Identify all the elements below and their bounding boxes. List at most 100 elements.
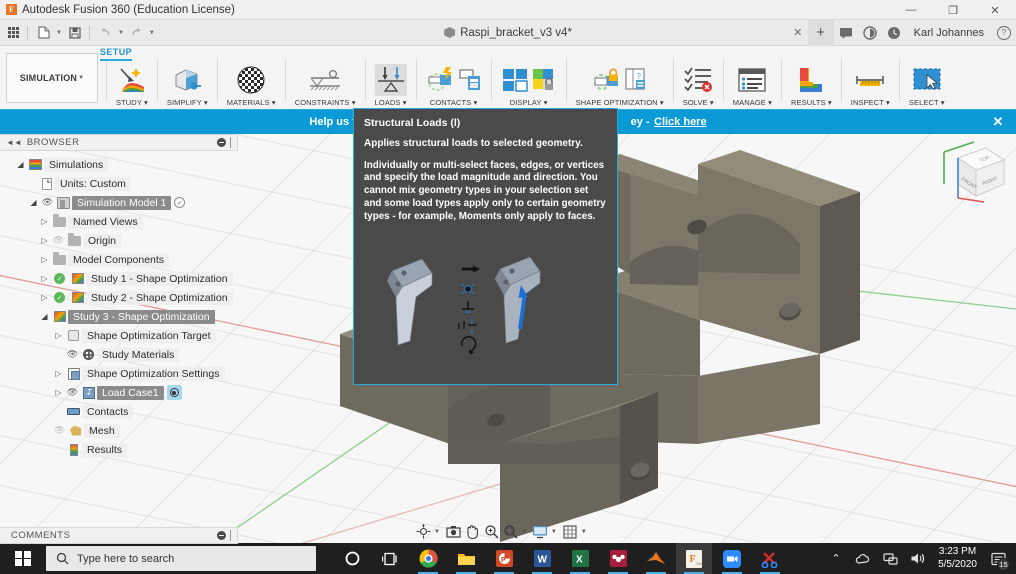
banner-close-icon[interactable]: ✕ <box>980 110 1016 134</box>
tree-node-simulation-model-1[interactable]: ◢ 👁 Simulation Model 1 ✓ <box>0 193 238 212</box>
expand-triangle-icon[interactable]: ◢ <box>38 312 51 321</box>
comments-resize-handle[interactable] <box>230 530 231 541</box>
comments-panel[interactable]: COMMENTS <box>0 527 238 544</box>
tree-node-model-components[interactable]: ▷ Model Components <box>0 250 238 269</box>
tree-node-origin[interactable]: ▷ 👁 Origin <box>0 231 238 250</box>
ribbon-button-loads[interactable]: LOADS ▾ <box>368 51 414 109</box>
minimize-button[interactable]: — <box>890 0 932 20</box>
ribbon-button-manage[interactable]: MANAGE ▾ <box>726 51 779 109</box>
visibility-eye-off-icon[interactable]: 👁 <box>52 425 67 436</box>
orbit-icon[interactable] <box>415 523 432 540</box>
ribbon-button-results[interactable]: RESULTS ▾ <box>784 51 839 109</box>
tree-node-named-views[interactable]: ▷ Named Views <box>0 212 238 231</box>
expand-triangle-icon[interactable]: ▷ <box>52 369 65 378</box>
collapse-panel-icon[interactable]: ◄◄ <box>0 138 27 147</box>
visibility-eye-icon[interactable]: 👁 <box>65 349 80 360</box>
new-tab-button[interactable]: + <box>807 19 834 46</box>
snip-tool-icon[interactable] <box>752 543 788 574</box>
chevron-down-icon[interactable]: ▼ <box>581 529 587 535</box>
tab-setup[interactable]: SETUP <box>100 47 132 61</box>
expand-triangle-icon[interactable]: ▷ <box>38 236 51 245</box>
ribbon-button-materials[interactable]: MATERIALS ▾ <box>220 51 283 109</box>
chevron-down-icon[interactable]: ▼ <box>434 529 440 535</box>
mendeley-icon[interactable] <box>600 543 636 574</box>
fit-icon[interactable] <box>502 523 519 540</box>
expand-triangle-icon[interactable]: ▷ <box>52 388 65 397</box>
expand-triangle-icon[interactable]: ▷ <box>38 255 51 264</box>
zoom-icon[interactable] <box>483 523 500 540</box>
taskbar-search-box[interactable]: Type here to search <box>46 546 316 571</box>
network-icon[interactable] <box>878 543 902 574</box>
comments-options-icon[interactable] <box>217 531 226 540</box>
help-icon[interactable]: ? <box>992 20 1016 46</box>
chevron-down-icon[interactable]: ▼ <box>149 30 155 36</box>
document-tab[interactable]: Raspi_bracket_v3 v4* <box>444 27 572 39</box>
ribbon-button-simplify[interactable]: SIMPLIFY ▾ <box>160 51 215 109</box>
look-at-icon[interactable] <box>445 523 462 540</box>
tree-node-shape-optimization-settings[interactable]: ▷ Shape Optimization Settings <box>0 364 238 383</box>
visibility-eye-off-icon[interactable]: 👁 <box>51 235 66 246</box>
pan-icon[interactable] <box>464 523 481 540</box>
tab-close-icon[interactable]: ✕ <box>788 26 808 39</box>
expand-triangle-icon[interactable]: ▷ <box>38 293 51 302</box>
chevron-down-icon[interactable]: ▼ <box>551 529 557 535</box>
onedrive-icon[interactable] <box>851 543 875 574</box>
chevron-down-icon[interactable]: ▼ <box>56 30 62 36</box>
display-settings-icon[interactable] <box>532 523 549 540</box>
ribbon-button-solve[interactable]: SOLVE ▾ <box>676 51 721 109</box>
tree-node-study-2[interactable]: ▷ ✓ Study 2 - Shape Optimization <box>0 288 238 307</box>
volume-icon[interactable] <box>905 543 929 574</box>
excel-icon[interactable]: X <box>562 543 598 574</box>
visibility-eye-icon[interactable]: 👁 <box>65 387 80 398</box>
expand-triangle-icon[interactable]: ▷ <box>38 274 51 283</box>
expand-triangle-icon[interactable]: ▷ <box>38 217 51 226</box>
chevron-down-icon[interactable]: ▼ <box>118 30 124 36</box>
tree-node-study-3[interactable]: ◢ Study 3 - Shape Optimization <box>0 307 238 326</box>
tree-node-mesh[interactable]: 👁 Mesh <box>0 421 238 440</box>
browser-resize-handle[interactable] <box>230 137 231 148</box>
expand-triangle-icon[interactable]: ▷ <box>52 331 65 340</box>
notification-center-icon[interactable]: 15 <box>986 543 1010 574</box>
ribbon-button-contacts[interactable]: CONTACTS ▾ <box>419 51 489 109</box>
ribbon-button-inspect[interactable]: INSPECT ▾ <box>844 51 897 109</box>
new-document-icon[interactable] <box>33 22 55 44</box>
ribbon-button-shape-optimization[interactable]: ? SHAPE OPTIMIZATION ▾ <box>569 51 671 109</box>
fusion360-icon[interactable]: F 360 <box>676 543 712 574</box>
restore-button[interactable]: ❐ <box>932 0 974 20</box>
word-icon[interactable]: W <box>524 543 560 574</box>
chrome-icon[interactable] <box>410 543 446 574</box>
app-grid-icon[interactable] <box>2 22 24 44</box>
banner-click-here-link[interactable]: Click here <box>654 116 707 128</box>
history-icon[interactable] <box>882 20 906 46</box>
save-icon[interactable] <box>64 22 86 44</box>
tree-node-results[interactable]: Results <box>0 440 238 459</box>
file-explorer-icon[interactable] <box>448 543 484 574</box>
matlab-icon[interactable] <box>638 543 674 574</box>
start-button[interactable] <box>0 543 46 574</box>
grid-snaps-icon[interactable] <box>562 523 579 540</box>
tree-node-simulations[interactable]: ◢ Simulations <box>0 155 238 174</box>
tree-node-contacts[interactable]: Contacts <box>0 402 238 421</box>
browser-options-icon[interactable] <box>217 138 226 147</box>
user-account-label[interactable]: Karl Johannes <box>906 27 992 39</box>
tree-node-units[interactable]: Units: Custom <box>0 174 238 193</box>
view-cube[interactable]: TOP FRONT RIGHT <box>938 138 1010 208</box>
tree-node-study-materials[interactable]: 👁 Study Materials <box>0 345 238 364</box>
comment-icon[interactable] <box>834 20 858 46</box>
active-load-case-badge[interactable] <box>166 385 182 400</box>
cortana-icon[interactable] <box>334 543 370 574</box>
workspace-selector[interactable]: SIMULATION ▼ <box>6 53 98 103</box>
redo-icon[interactable] <box>126 22 148 44</box>
expand-triangle-icon[interactable]: ◢ <box>27 198 40 207</box>
ribbon-button-display[interactable]: DISPLAY ▾ <box>494 51 564 109</box>
visibility-eye-icon[interactable]: 👁 <box>40 197 55 208</box>
close-window-button[interactable]: ✕ <box>974 0 1016 20</box>
chevron-down-icon[interactable]: ▼ <box>521 529 527 535</box>
powerpoint-icon[interactable]: P <box>486 543 522 574</box>
tree-node-shape-optimization-target[interactable]: ▷ Shape Optimization Target <box>0 326 238 345</box>
ribbon-button-constraints[interactable]: CONSTRAINTS ▾ <box>288 51 363 109</box>
notification-icon[interactable] <box>858 20 882 46</box>
task-view-icon[interactable] <box>372 543 408 574</box>
tree-node-study-1[interactable]: ▷ ✓ Study 1 - Shape Optimization <box>0 269 238 288</box>
show-hidden-icons[interactable]: ⌃ <box>824 543 848 574</box>
